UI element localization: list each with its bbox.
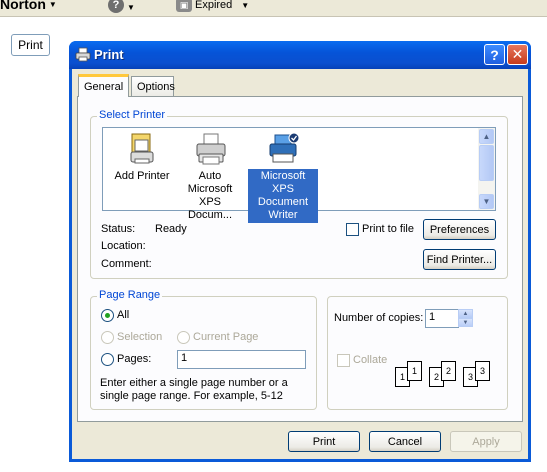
pages-label: Pages: bbox=[117, 353, 152, 365]
print-to-file-checkbox[interactable] bbox=[346, 223, 359, 236]
printer-label: Microsoft XPS Document Writer bbox=[248, 169, 318, 223]
page-range-hint: Enter either a single page number or a s… bbox=[100, 377, 288, 402]
printer-label: Add Printer bbox=[114, 170, 170, 182]
select-printer-label: Select Printer bbox=[97, 109, 168, 121]
xps-printer-icon bbox=[267, 132, 300, 166]
printer-icon bbox=[194, 132, 226, 166]
copies-input[interactable]: 1 bbox=[425, 309, 459, 328]
cancel-button[interactable]: Cancel bbox=[369, 431, 441, 452]
select-printer-group: Select Printer Add Printer Auto Microsof… bbox=[90, 109, 508, 279]
collate-page: 3 bbox=[475, 361, 490, 381]
tab-general[interactable]: General bbox=[78, 74, 130, 97]
page-print-button[interactable]: Print bbox=[11, 34, 50, 56]
collate-page: 2 bbox=[441, 361, 456, 381]
expired-label: Expired bbox=[195, 0, 233, 11]
browser-toolbar: Norton ▼ ? ▼ ▣ Expired ▼ bbox=[0, 0, 547, 17]
printer-label: Auto Microsoft XPS Docum... bbox=[187, 170, 233, 221]
tab-options[interactable]: Options bbox=[131, 76, 175, 96]
find-printer-button[interactable]: Find Printer... bbox=[423, 249, 496, 270]
copies-group: Number of copies: 1 ▲ ▼ Collate 1 1 2 2 … bbox=[327, 296, 508, 410]
help-menu[interactable]: ? ▼ bbox=[108, 0, 135, 14]
collate-checkbox[interactable] bbox=[337, 354, 350, 367]
general-tab-panel: Select Printer Add Printer Auto Microsof… bbox=[77, 96, 523, 422]
scroll-up-icon[interactable]: ▲ bbox=[479, 129, 494, 144]
comment-label: Comment: bbox=[101, 258, 152, 270]
collate-illustration: 1 1 2 2 3 3 bbox=[395, 355, 495, 389]
location-label: Location: bbox=[101, 240, 146, 252]
number-of-copies-label: Number of copies: bbox=[334, 312, 424, 324]
page-range-label: Page Range bbox=[97, 289, 163, 301]
apply-button[interactable]: Apply bbox=[450, 431, 522, 452]
printer-item-auto-xps[interactable]: Auto Microsoft XPS Docum... bbox=[175, 132, 245, 223]
all-label: All bbox=[117, 309, 130, 321]
pages-input[interactable]: 1 bbox=[177, 350, 306, 369]
help-button[interactable]: ? bbox=[484, 44, 505, 65]
radio-current-page[interactable] bbox=[177, 331, 190, 344]
radio-selection[interactable] bbox=[101, 331, 114, 344]
expired-menu[interactable]: ▣ Expired ▼ bbox=[176, 0, 249, 14]
dialog-titlebar[interactable]: Print ? ✕ bbox=[69, 41, 531, 69]
radio-pages[interactable] bbox=[101, 353, 114, 366]
radio-all[interactable] bbox=[101, 309, 114, 322]
printer-icon bbox=[75, 47, 91, 62]
spin-up-icon[interactable]: ▲ bbox=[458, 309, 473, 318]
current-page-label: Current Page bbox=[193, 331, 259, 343]
lock-icon: ▣ bbox=[176, 0, 192, 12]
print-dialog: Print ? ✕ General Options Select Printer bbox=[69, 41, 531, 462]
chevron-down-icon: ▼ bbox=[48, 0, 57, 9]
printer-list-scrollbar[interactable]: ▲ ▼ bbox=[478, 128, 495, 210]
status-label: Status: bbox=[101, 223, 136, 235]
close-button[interactable]: ✕ bbox=[507, 44, 528, 65]
spin-down-icon[interactable]: ▼ bbox=[458, 318, 473, 327]
collate-page: 1 bbox=[407, 361, 422, 381]
norton-menu[interactable]: Norton ▼ bbox=[0, 0, 57, 12]
help-icon: ? bbox=[108, 0, 124, 13]
collate-label: Collate bbox=[353, 354, 388, 366]
print-button[interactable]: Print bbox=[288, 431, 360, 452]
chevron-down-icon: ▼ bbox=[241, 0, 250, 10]
printer-list[interactable]: Add Printer Auto Microsoft XPS Docum... bbox=[102, 127, 496, 223]
selection-label: Selection bbox=[117, 331, 163, 343]
norton-label: Norton bbox=[0, 0, 46, 12]
scroll-thumb[interactable] bbox=[479, 145, 494, 181]
print-to-file-label: Print to file bbox=[362, 223, 414, 235]
preferences-button[interactable]: Preferences bbox=[423, 219, 496, 240]
dialog-client: General Options Select Printer Add Print… bbox=[72, 69, 528, 459]
printer-item-add[interactable]: Add Printer bbox=[107, 132, 177, 184]
add-printer-icon bbox=[126, 132, 158, 166]
page-range-group: Page Range All Selection Current Page Pa… bbox=[90, 289, 317, 410]
chevron-down-icon: ▼ bbox=[127, 2, 135, 12]
dialog-title: Print bbox=[94, 47, 124, 62]
copies-spinner[interactable]: ▲ ▼ bbox=[458, 309, 473, 328]
printer-item-xps-writer[interactable]: Microsoft XPS Document Writer bbox=[248, 132, 318, 223]
status-value: Ready bbox=[155, 223, 187, 235]
scroll-down-icon[interactable]: ▼ bbox=[479, 194, 494, 209]
